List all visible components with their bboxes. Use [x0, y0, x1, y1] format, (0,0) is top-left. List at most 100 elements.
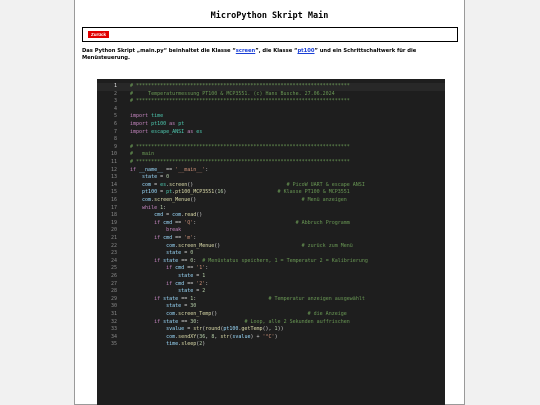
code-token: # **************************************… — [130, 98, 350, 105]
code-line: 29 if state == 1: # Temperatur anzeigen … — [97, 296, 445, 304]
code-token: state — [130, 250, 182, 257]
code-text: state = 0 — [130, 250, 193, 258]
code-text: cmd = com.read() — [130, 212, 202, 220]
code-token: : — [205, 280, 209, 287]
code-line: 26 state = 1 — [97, 273, 445, 281]
code-token: # main — [130, 151, 155, 158]
code-token: # Abbruch Programm — [295, 219, 350, 226]
code-token: = — [181, 250, 191, 257]
code-token: pt100 — [223, 326, 239, 333]
code-text: com.sendXY(36, 8, str(svalue) + '°C') — [130, 333, 278, 342]
code-text: if cmd == '1': — [130, 265, 208, 273]
code-token: if — [130, 280, 176, 287]
code-token: == — [178, 318, 191, 325]
link-pt100[interactable]: pt100 — [297, 48, 314, 54]
code-token: com — [130, 181, 152, 188]
code-token: '2' — [196, 280, 206, 287]
code-line: 5 import time — [97, 113, 445, 121]
code-token: () — [196, 212, 203, 219]
code-line: 31 com.screen_Temp() # die Anzeige — [97, 311, 445, 319]
code-token: state — [130, 288, 194, 295]
code-token: import — [130, 121, 152, 127]
code-text: if state == 0: # Menüstatus speichern, 1… — [130, 258, 368, 266]
code-token: '°C' — [262, 333, 275, 340]
line-number: 12 — [110, 166, 117, 173]
intro-paragraph: Das Python Skript „main.py“ beinhaltet d… — [82, 48, 458, 62]
code-token: if — [130, 257, 164, 264]
line-number: 13 — [110, 174, 117, 181]
page-title: MicroPython Skript Main — [210, 11, 329, 21]
code-token: screen — [169, 181, 188, 188]
code-text: com.screen_Temp() # die Anzeige — [130, 311, 347, 319]
code-token: == — [184, 265, 197, 272]
code-token: : — [163, 204, 167, 211]
code-token: == — [184, 280, 197, 287]
code-text: if state == 30: # Loop, alle 2 Sekunden … — [130, 319, 350, 327]
line-number: 31 — [110, 311, 117, 317]
intro-text-1: Das Python Skript „main.py“ beinhaltet d… — [82, 48, 236, 54]
line-number: 27 — [110, 280, 117, 287]
code-text: # **************************************… — [130, 144, 350, 152]
code-text: time.sleep(2) — [130, 341, 205, 349]
code-token: : — [205, 265, 209, 272]
code-text: import time — [130, 113, 163, 121]
code-line: 24 if state == 0: # Menüstatus speichern… — [97, 258, 445, 266]
code-line: 35 time.sleep(2) — [97, 341, 445, 349]
code-token: 0 — [190, 250, 194, 257]
line-number: 30 — [110, 303, 117, 310]
code-text: # Temperaturmessung PT100 & MCP3551. (c)… — [130, 91, 335, 99]
code-text: # **************************************… — [130, 83, 350, 91]
intro-text-2: ”, die Klasse “ — [255, 48, 298, 54]
code-token: if — [130, 265, 176, 272]
code-token: as — [166, 121, 179, 127]
code-token: screen_Temp — [178, 311, 212, 317]
code-line: 33 svalue = str(round(pt100.getTemp(), 1… — [97, 326, 445, 334]
code-token: sendXY — [178, 333, 197, 340]
code-token: state — [130, 303, 182, 310]
code-text: pt100 = pt.pt100_MCP3551(16) # Klasse PT… — [130, 189, 350, 197]
code-token: ) — [274, 333, 278, 340]
code-text: if cmd == '2': — [130, 281, 208, 289]
code-token: # PicoW UART & escape ANSI — [286, 181, 365, 188]
code-line: 12 if __name__ == '__main__': — [97, 167, 445, 175]
code-token: state — [130, 174, 158, 181]
code-text: # main — [130, 151, 154, 159]
code-line: 22 com.screen_Menue() # zurück zum Menü — [97, 243, 445, 251]
code-token: # **************************************… — [130, 83, 350, 89]
code-token: com — [130, 333, 176, 340]
code-text: while 1: — [130, 205, 166, 213]
code-line: 2 # Temperaturmessung PT100 & MCP3551. (c… — [97, 91, 445, 99]
code-text: state = 30 — [130, 303, 196, 311]
code-token: time — [151, 113, 164, 120]
code-token: )) — [277, 326, 284, 333]
code-line: 6 import pt100 as pt — [97, 121, 445, 129]
code-token: sleep — [181, 341, 197, 348]
code-token: as — [184, 128, 197, 135]
code-text: # **************************************… — [130, 98, 350, 106]
code-token: state — [130, 273, 194, 279]
line-number: 29 — [110, 295, 117, 302]
code-text: if cmd == 'm': — [130, 235, 196, 243]
code-token: state — [163, 257, 179, 264]
link-screen[interactable]: screen — [236, 48, 255, 54]
code-token: # Temperatur anzeigen ausgewählt — [268, 295, 365, 302]
line-number: 6 — [113, 121, 117, 127]
code-line: 19 if cmd == 'Q': # Abbruch Programm — [97, 220, 445, 228]
code-token: state — [163, 295, 179, 302]
code-token: getTemp — [241, 326, 263, 333]
line-number: 33 — [110, 326, 117, 333]
code-token: if — [130, 235, 164, 241]
code-text: com = es.screen() # PicoW UART & escape … — [130, 182, 365, 190]
line-number: 20 — [110, 227, 117, 234]
code-token: '1' — [196, 265, 206, 272]
back-button[interactable]: Zurück — [88, 31, 110, 38]
code-token: 'Q' — [184, 219, 194, 226]
code-token: com — [130, 197, 152, 203]
code-token: # zurück zum Menü — [301, 242, 353, 249]
code-line: 18 cmd = com.read() — [97, 212, 445, 220]
code-token: if — [130, 318, 164, 325]
code-line: 28 state = 2 — [97, 288, 445, 296]
line-number: 32 — [110, 318, 117, 325]
code-line: 11 # ************************************… — [97, 159, 445, 167]
line-number: 11 — [110, 159, 117, 165]
